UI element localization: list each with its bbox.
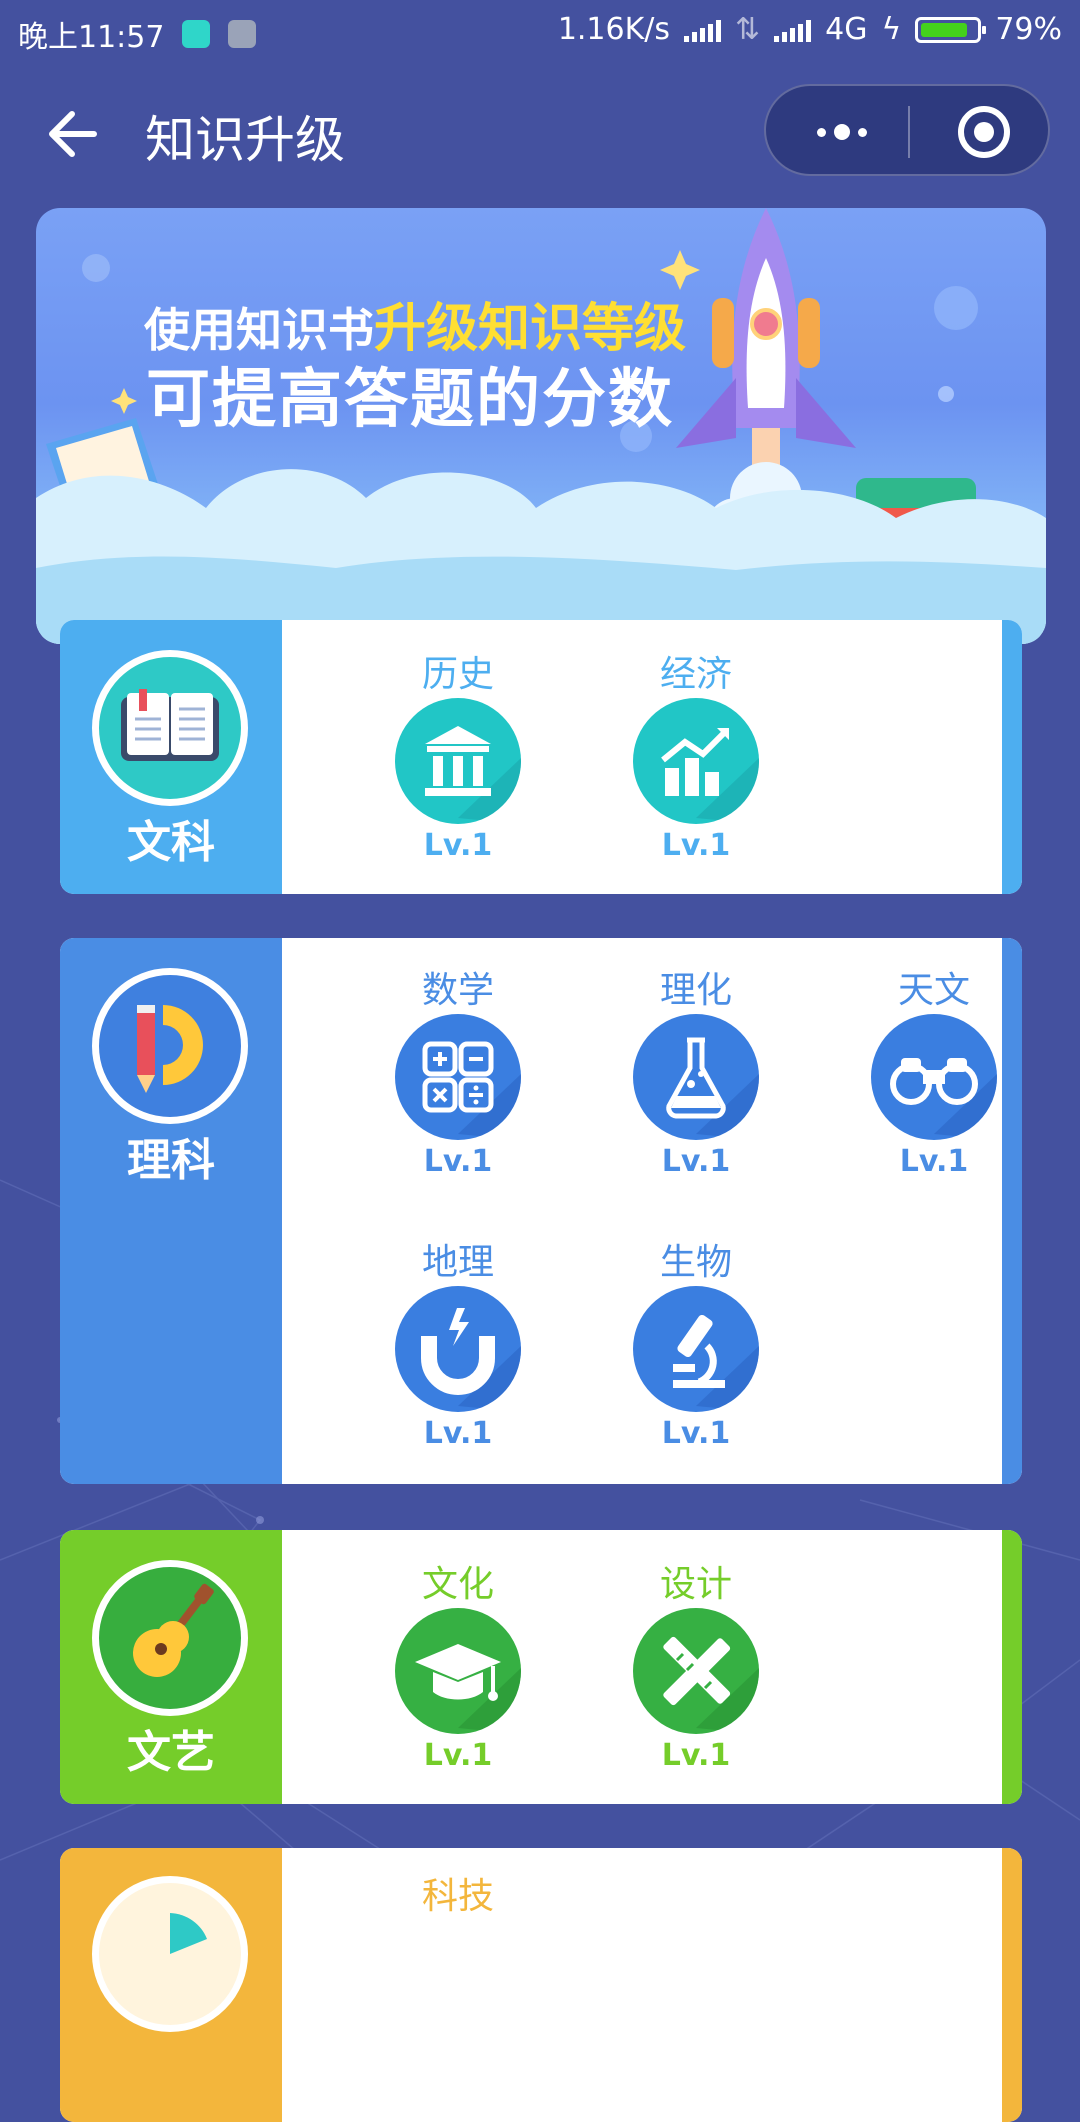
subject-level: Lv.1 — [423, 1416, 493, 1451]
magnet-icon — [395, 1286, 521, 1412]
charging-icon: ϟ — [881, 12, 902, 47]
signal-icon-2 — [774, 18, 812, 42]
subject-name: 天文 — [897, 970, 970, 1011]
open-book-icon — [92, 650, 248, 806]
subject-item-history[interactable]: 历史 Lv.1 — [378, 652, 538, 863]
banner-line-2: 可提高答题的分数 — [146, 363, 674, 437]
museum-icon — [395, 698, 521, 824]
category-side-wenke: 文科 — [60, 620, 282, 894]
subject-level: Lv.1 — [899, 1144, 969, 1179]
nav-bar: 知识升级 — [0, 70, 1080, 190]
pencil-protractor-icon — [92, 968, 248, 1124]
graduation-cap-icon — [395, 1608, 521, 1734]
data-transfer-icon: ⇅ — [735, 12, 761, 47]
microscope-icon — [633, 1286, 759, 1412]
status-bar: 晚上11:57 1.16K/s ⇅ 4G ϟ 79% — [0, 0, 1080, 62]
growth-chart-icon — [633, 698, 759, 824]
category-card-keji: 科技 — [60, 1848, 1022, 2122]
page-title: 知识升级 — [145, 111, 345, 169]
flask-icon — [633, 1014, 759, 1140]
calculator-icon — [395, 1014, 521, 1140]
subject-name: 科技 — [421, 1876, 494, 1917]
subject-item-math[interactable]: 数学 Lv.1 — [378, 968, 538, 1179]
subject-item-design[interactable]: 设计 Lv.1 — [616, 1562, 776, 1773]
network-type: 4G — [825, 12, 868, 47]
subject-level: Lv.1 — [661, 828, 731, 863]
subject-level: Lv.1 — [661, 1416, 731, 1451]
shield-app-icon — [182, 20, 211, 48]
subject-level: Lv.1 — [423, 828, 493, 863]
subject-name: 文化 — [421, 1564, 494, 1605]
capsule-divider — [908, 106, 910, 158]
subject-name: 历史 — [421, 654, 494, 695]
arrow-left-icon — [49, 111, 97, 157]
message-app-icon — [228, 20, 257, 48]
category-strip — [1002, 1848, 1022, 2122]
battery-percent: 79% — [995, 12, 1062, 47]
signal-icon — [684, 18, 722, 42]
subject-level: Lv.1 — [661, 1144, 731, 1179]
subject-level: Lv.1 — [661, 1738, 731, 1773]
category-label: 理科 — [127, 1135, 215, 1186]
binoculars-icon — [871, 1014, 997, 1140]
subject-item-physchem[interactable]: 理化 Lv.1 — [616, 968, 776, 1179]
category-side-keji — [60, 1848, 282, 2122]
subject-item-geography[interactable]: 地理 Lv.1 — [378, 1240, 538, 1451]
mini-program-capsule — [764, 84, 1050, 176]
battery-icon — [915, 16, 987, 43]
category-side-wenyi: 文艺 — [60, 1530, 282, 1804]
subject-item-tech[interactable]: 科技 — [378, 1874, 538, 1920]
back-button[interactable] — [44, 104, 104, 164]
subject-level: Lv.1 — [423, 1738, 493, 1773]
category-strip — [1002, 620, 1022, 894]
category-strip — [1002, 1530, 1022, 1804]
pie-chart-icon — [92, 1876, 248, 2032]
subject-name: 数学 — [421, 970, 494, 1011]
subject-item-economy[interactable]: 经济 Lv.1 — [616, 652, 776, 863]
subject-level: Lv.1 — [423, 1144, 493, 1179]
subject-name: 设计 — [659, 1564, 732, 1605]
subject-name: 地理 — [421, 1242, 494, 1283]
guitar-icon — [92, 1560, 248, 1716]
category-card-wenke: 文科 历史 Lv.1 经济 Lv.1 — [60, 620, 1022, 894]
more-button[interactable] — [802, 112, 882, 152]
status-time: 晚上11:57 — [18, 20, 165, 55]
subject-item-culture[interactable]: 文化 Lv.1 — [378, 1562, 538, 1773]
subject-name: 生物 — [659, 1242, 732, 1283]
category-card-wenyi: 文艺 文化 Lv.1 设计 Lv.1 — [60, 1530, 1022, 1804]
subject-item-astronomy[interactable]: 天文 Lv.1 — [854, 968, 1014, 1179]
subject-name: 理化 — [659, 970, 732, 1011]
close-button[interactable] — [958, 106, 1010, 158]
category-card-like: 理科 数学 Lv.1 理化 Lv.1 天文 Lv.1 地理 Lv.1 生物 Lv… — [60, 938, 1022, 1484]
promo-banner: 使用知识书升级知识等级 可提高答题的分数 — [36, 208, 1046, 644]
category-side-like: 理科 — [60, 938, 282, 1484]
category-label: 文艺 — [127, 1727, 215, 1778]
category-label: 文科 — [127, 817, 215, 868]
network-speed: 1.16K/s — [557, 12, 671, 47]
subject-name: 经济 — [659, 654, 732, 695]
pencil-ruler-icon — [633, 1608, 759, 1734]
subject-item-biology[interactable]: 生物 Lv.1 — [616, 1240, 776, 1451]
